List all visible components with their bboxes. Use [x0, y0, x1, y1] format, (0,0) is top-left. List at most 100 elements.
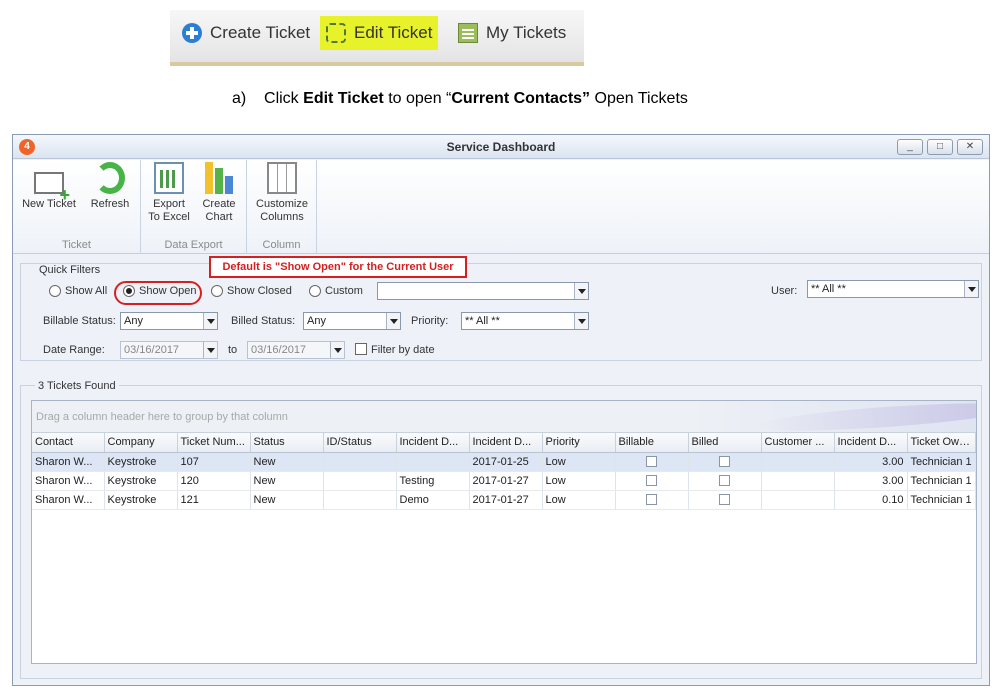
create-chart-button[interactable]: Create Chart: [195, 162, 243, 224]
cell-status: New: [250, 471, 324, 491]
filter-by-date-label: Filter by date: [371, 344, 435, 356]
col-header-billed[interactable]: Billed: [688, 433, 762, 453]
calendar-dropdown-icon: [330, 342, 344, 358]
date-from-input[interactable]: 03/16/2017: [120, 341, 218, 359]
cell-billable: [615, 490, 689, 510]
cell-incident-date: 2017-01-27: [469, 490, 543, 510]
custom-radio[interactable]: Custom: [309, 285, 363, 297]
excel-icon: [154, 162, 184, 194]
show-closed-radio[interactable]: Show Closed: [211, 285, 292, 297]
cell-incident-date: 2017-01-25: [469, 452, 543, 472]
group-by-bar[interactable]: Drag a column header here to group by th…: [32, 401, 976, 433]
custom-dropdown[interactable]: [377, 282, 589, 300]
ribbon-group-label: Data Export: [164, 239, 223, 251]
col-header-ticket-owner[interactable]: Ticket Owner: [907, 433, 976, 453]
col-header-priority[interactable]: Priority: [542, 433, 616, 453]
cell-customer: [761, 452, 835, 472]
new-ticket-button[interactable]: New Ticket: [21, 162, 77, 211]
close-button[interactable]: ✕: [957, 139, 983, 155]
minimize-button[interactable]: _: [897, 139, 923, 155]
billed-status-dropdown[interactable]: Any: [303, 312, 401, 330]
table-row[interactable]: Sharon W... Keystroke 107 New 2017-01-25…: [32, 452, 976, 472]
filter-by-date-checkbox[interactable]: [355, 343, 367, 355]
create-ticket-button[interactable]: Create Ticket: [176, 16, 316, 50]
table-row[interactable]: Sharon W... Keystroke 121 New Demo 2017-…: [32, 490, 976, 510]
priority-dropdown[interactable]: ** All **: [461, 312, 589, 330]
cell-contact: Sharon W...: [32, 490, 105, 510]
ribbon-group-ticket: New Ticket Refresh Ticket: [13, 160, 141, 254]
radio-dot: [309, 285, 321, 297]
billable-checkbox[interactable]: [646, 475, 657, 487]
plus-circle-icon: [182, 23, 202, 43]
ribbon-group-column: Customize Columns Column: [247, 160, 317, 254]
col-header-company[interactable]: Company: [104, 433, 178, 453]
cell-id-status: [323, 452, 397, 472]
show-all-radio[interactable]: Show All: [49, 285, 107, 297]
col-header-ticket-number[interactable]: Ticket Num...: [177, 433, 251, 453]
tickets-table: Contact Company Ticket Num... Status ID/…: [32, 433, 976, 510]
refresh-icon: [95, 162, 125, 194]
quick-filters-label: Quick Filters: [39, 264, 101, 276]
cell-ticket: 121: [177, 490, 251, 510]
billed-status-label: Billed Status:: [231, 315, 296, 327]
my-tickets-button[interactable]: My Tickets: [452, 16, 572, 50]
cell-contact: Sharon W...: [32, 471, 105, 491]
cell-ticket: 120: [177, 471, 251, 491]
cell-incident-date: 2017-01-27: [469, 471, 543, 491]
date-to-input[interactable]: 03/16/2017: [247, 341, 345, 359]
billable-checkbox[interactable]: [646, 494, 657, 506]
customize-columns-button[interactable]: Customize Columns: [251, 162, 313, 224]
billed-checkbox[interactable]: [719, 456, 730, 468]
cell-priority: Low: [542, 471, 616, 491]
my-tickets-label: My Tickets: [486, 23, 567, 42]
maximize-button[interactable]: □: [927, 139, 953, 155]
chevron-down-icon: [386, 313, 400, 329]
priority-label: Priority:: [411, 315, 449, 327]
col-header-incident-date[interactable]: Incident D...: [469, 433, 543, 453]
service-dashboard-window: 4 Service Dashboard _ □ ✕ New Ticket Ref…: [12, 134, 990, 686]
col-header-contact[interactable]: Contact: [32, 433, 105, 453]
cell-id-status: [323, 490, 397, 510]
cell-ticket: 107: [177, 452, 251, 472]
calendar-dropdown-icon: [203, 342, 217, 358]
user-label: User:: [771, 285, 798, 297]
chevron-down-icon: [964, 281, 978, 297]
col-header-incident-desc[interactable]: Incident D...: [396, 433, 470, 453]
cell-incident-desc: Testing: [396, 471, 470, 491]
tickets-found-label: 3 Tickets Found: [35, 380, 119, 392]
billable-checkbox[interactable]: [646, 456, 657, 468]
list-icon: [458, 23, 478, 43]
user-dropdown[interactable]: ** All **: [807, 280, 979, 298]
col-header-customer[interactable]: Customer ...: [761, 433, 835, 453]
billed-checkbox[interactable]: [719, 494, 730, 506]
cell-incident-duration: 3.00: [834, 471, 908, 491]
cell-owner: Technician 1: [907, 490, 976, 510]
cell-contact: Sharon W...: [32, 452, 105, 472]
chevron-down-icon: [574, 283, 588, 299]
cell-priority: Low: [542, 490, 616, 510]
title-bar: 4 Service Dashboard _ □ ✕: [13, 135, 989, 159]
col-header-incident-duration[interactable]: Incident D...: [834, 433, 908, 453]
table-row[interactable]: Sharon W... Keystroke 120 New Testing 20…: [32, 471, 976, 491]
date-range-label: Date Range:: [43, 344, 105, 356]
cell-id-status: [323, 471, 397, 491]
billed-checkbox[interactable]: [719, 475, 730, 487]
cell-owner: Technician 1: [907, 471, 976, 491]
export-to-excel-button[interactable]: Export To Excel: [145, 162, 193, 224]
ribbon-group-label: Ticket: [62, 239, 91, 251]
col-header-billable[interactable]: Billable: [615, 433, 689, 453]
show-open-radio[interactable]: Show Open: [123, 285, 196, 297]
radio-dot: [49, 285, 61, 297]
col-header-status[interactable]: Status: [250, 433, 324, 453]
window-title: Service Dashboard: [446, 140, 556, 154]
edit-ticket-button[interactable]: Edit Ticket: [320, 16, 439, 50]
col-header-id-status[interactable]: ID/Status: [323, 433, 397, 453]
billable-status-dropdown[interactable]: Any: [120, 312, 218, 330]
refresh-button[interactable]: Refresh: [85, 162, 135, 211]
date-to-label: to: [228, 344, 238, 356]
radio-dot-selected: [123, 285, 135, 297]
header-row: Contact Company Ticket Num... Status ID/…: [32, 433, 976, 453]
cell-priority: Low: [542, 452, 616, 472]
cell-company: Keystroke: [104, 490, 178, 510]
cell-incident-duration: 0.10: [834, 490, 908, 510]
